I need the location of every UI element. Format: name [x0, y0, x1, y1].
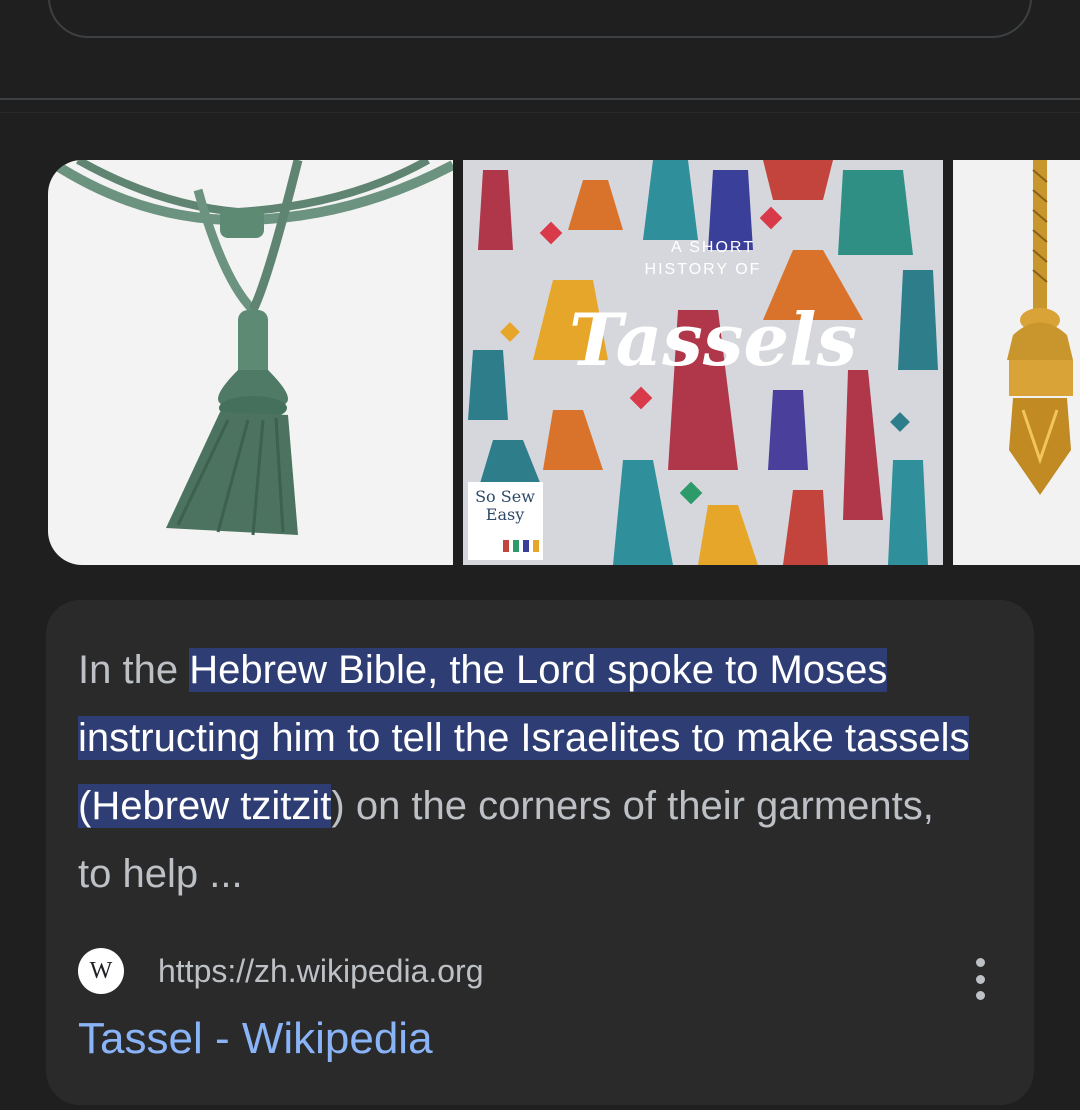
image-thumbnail-tassels-poster[interactable]: A SHORT HISTORY OF Tassels So Sew Easy [463, 160, 943, 565]
svg-text:HISTORY OF: HISTORY OF [645, 261, 762, 278]
result-snippet: In the Hebrew Bible, the Lord spoke to M… [78, 636, 978, 908]
result-url[interactable]: https://zh.wikipedia.org [158, 953, 484, 990]
more-options-icon[interactable] [974, 958, 986, 1000]
poster-big-title: Tassels [569, 297, 857, 382]
result-title-link[interactable]: Tassel - Wikipedia [78, 1014, 433, 1064]
dot [975, 958, 985, 967]
search-box-bottom[interactable] [48, 0, 1032, 38]
svg-text:So Sew: So Sew [475, 487, 535, 506]
tassels-poster-image: A SHORT HISTORY OF Tassels So Sew Easy [463, 160, 943, 565]
snippet-prefix: In the [78, 648, 190, 692]
svg-text:Easy: Easy [486, 505, 524, 524]
poster-small-title: A SHORT [671, 239, 755, 256]
image-thumbnail-green-tassel[interactable] [48, 160, 453, 565]
search-result-card: In the Hebrew Bible, the Lord spoke to M… [46, 600, 1034, 1105]
green-tassel-image [48, 160, 453, 536]
dot [975, 974, 985, 984]
dot [975, 991, 985, 1000]
wikipedia-favicon-icon: W [78, 948, 124, 994]
gold-tassel-image [1007, 160, 1073, 495]
image-thumbnail-gold-tassel[interactable] [953, 160, 1080, 565]
divider [0, 98, 1080, 100]
result-source[interactable]: W https://zh.wikipedia.org [78, 948, 484, 994]
image-carousel[interactable]: A SHORT HISTORY OF Tassels So Sew Easy [48, 160, 1080, 565]
divider-shadow [0, 112, 1080, 113]
